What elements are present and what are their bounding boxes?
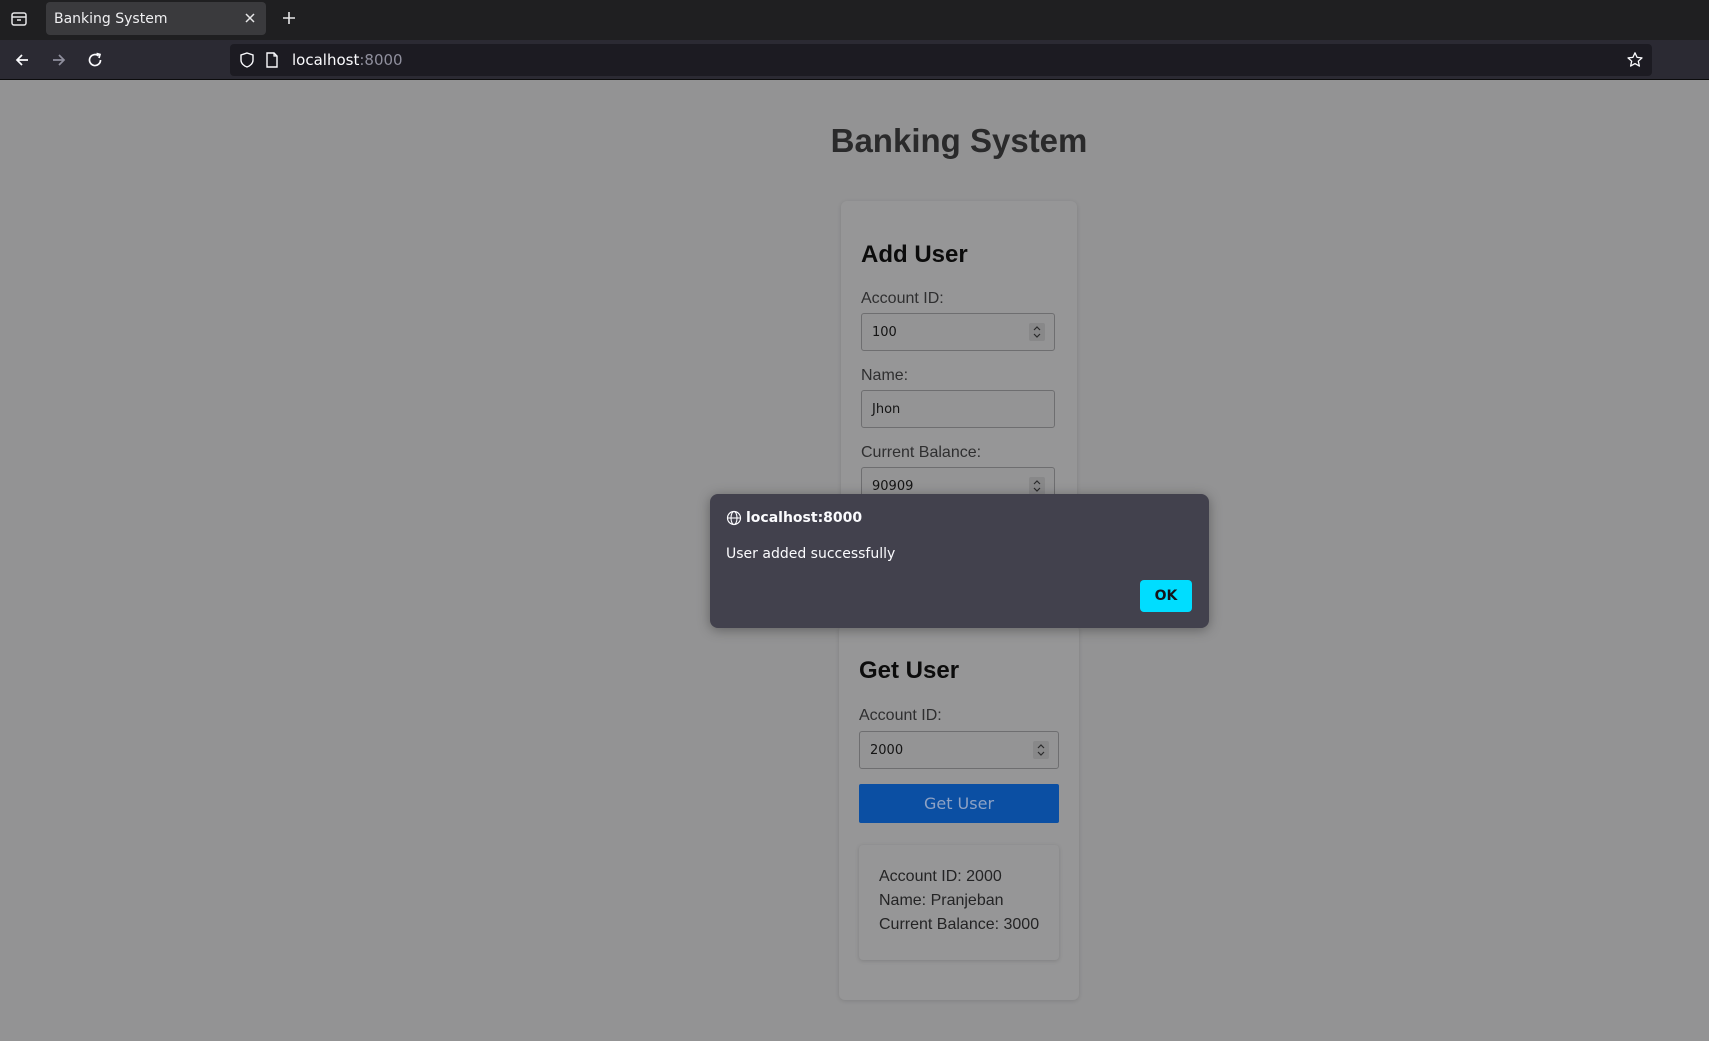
page-title: Banking System [830, 122, 1088, 159]
reload-icon[interactable] [83, 48, 107, 72]
result-account-id: Account ID: 2000 [879, 868, 1002, 885]
user-result-box: Account ID: 2000 Name: Pranjeban Current… [859, 845, 1059, 960]
current-balance-label: Current Balance: [861, 444, 982, 461]
back-arrow-icon[interactable] [10, 48, 34, 72]
result-name: Name: Pranjeban [879, 892, 1004, 909]
ok-button[interactable]: OK [1140, 580, 1192, 612]
bookmark-star-icon[interactable] [1626, 51, 1644, 69]
number-stepper-icon[interactable] [1033, 741, 1049, 759]
get-account-id-label: Account ID: [859, 707, 942, 724]
get-account-id-input[interactable]: 2000 [859, 731, 1059, 769]
url-port: :8000 [359, 51, 403, 69]
shield-icon[interactable] [238, 51, 256, 69]
page-icon [264, 51, 280, 69]
tab-list-icon[interactable] [8, 8, 30, 30]
get-user-button[interactable]: Get User [859, 784, 1059, 823]
account-id-value: 100 [872, 325, 897, 340]
add-user-heading: Add User [861, 241, 968, 268]
name-input[interactable]: Jhon [861, 390, 1055, 428]
url-bar[interactable]: localhost:8000 [230, 44, 1652, 76]
browser-nav-bar: localhost:8000 [0, 40, 1709, 80]
dialog-origin: localhost:8000 [746, 510, 863, 526]
number-stepper-icon[interactable] [1029, 323, 1045, 341]
browser-tab-bar: Banking System [0, 0, 1709, 40]
account-id-input[interactable]: 100 [861, 313, 1055, 351]
add-user-card: Add User Account ID: 100 Name: Jhon Curr… [841, 201, 1077, 521]
get-user-heading: Get User [859, 657, 960, 684]
result-balance: Current Balance: 3000 [879, 916, 1040, 933]
forward-arrow-icon[interactable] [47, 48, 71, 72]
name-label: Name: [861, 367, 909, 384]
name-value: Jhon [872, 402, 901, 417]
close-tab-icon[interactable] [242, 10, 258, 26]
new-tab-icon[interactable] [278, 7, 300, 29]
current-balance-value: 90909 [872, 479, 914, 494]
number-stepper-icon[interactable] [1029, 477, 1045, 495]
get-account-id-value: 2000 [870, 743, 904, 758]
globe-icon [726, 510, 742, 526]
tab-title: Banking System [54, 10, 168, 27]
dialog-message: User added successfully [726, 546, 896, 562]
alert-dialog: localhost:8000 User added successfully O… [710, 494, 1209, 628]
url-text[interactable]: localhost:8000 [292, 51, 403, 69]
account-id-label: Account ID: [861, 290, 944, 307]
url-host: localhost [292, 51, 360, 69]
browser-tab[interactable]: Banking System [46, 2, 266, 35]
